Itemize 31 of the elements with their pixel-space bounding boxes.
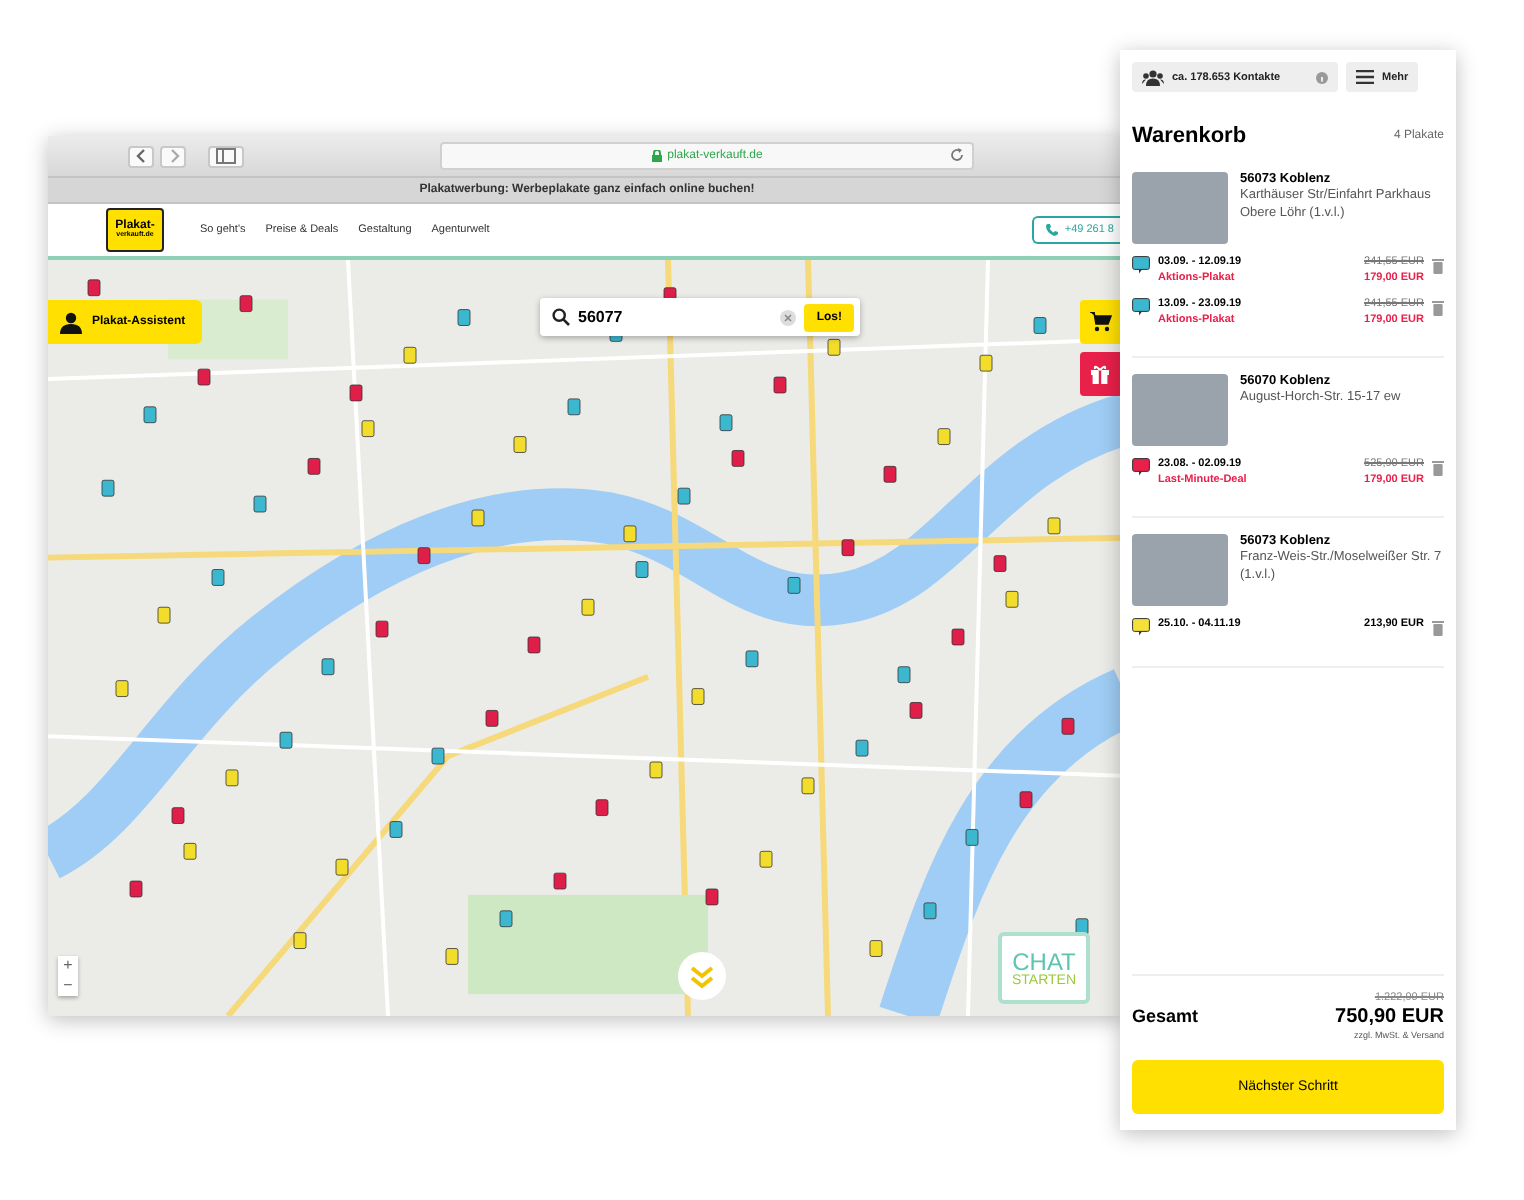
lock-icon	[651, 150, 662, 162]
trash-icon[interactable]	[1432, 620, 1444, 636]
menu-icon	[1356, 70, 1374, 84]
person-icon	[60, 311, 82, 333]
trash-icon[interactable]	[1432, 258, 1444, 274]
chevron-right-icon	[165, 148, 181, 164]
forward-button[interactable]	[160, 145, 186, 167]
sidebar-button[interactable]	[208, 145, 244, 167]
info-icon	[1316, 71, 1328, 83]
chevron-left-icon	[133, 148, 149, 164]
people-icon	[1142, 69, 1164, 85]
total-price: 750,90 EUR	[1335, 1006, 1444, 1028]
zoom-in-button[interactable]: +	[58, 956, 78, 976]
phone-icon	[1046, 224, 1059, 236]
cart-icon	[1089, 312, 1111, 332]
back-button[interactable]	[128, 145, 154, 167]
total-label: Gesamt	[1132, 1006, 1199, 1026]
photo-placeholder	[1132, 374, 1228, 446]
trash-icon[interactable]	[1432, 460, 1444, 476]
zoom-out-button[interactable]: −	[58, 976, 78, 996]
photo-placeholder	[1132, 172, 1228, 244]
reload-icon[interactable]	[950, 148, 964, 162]
sidebar-icon	[216, 148, 236, 164]
cart-title: Warenkorb	[1132, 124, 1247, 148]
gift-icon	[1090, 364, 1110, 384]
gift-button[interactable]	[1080, 352, 1120, 396]
photo-placeholder	[1132, 534, 1228, 606]
cart-button[interactable]	[1080, 300, 1120, 344]
search-icon	[552, 308, 570, 326]
clear-icon[interactable]	[780, 309, 797, 325]
trash-icon[interactable]	[1432, 300, 1444, 316]
